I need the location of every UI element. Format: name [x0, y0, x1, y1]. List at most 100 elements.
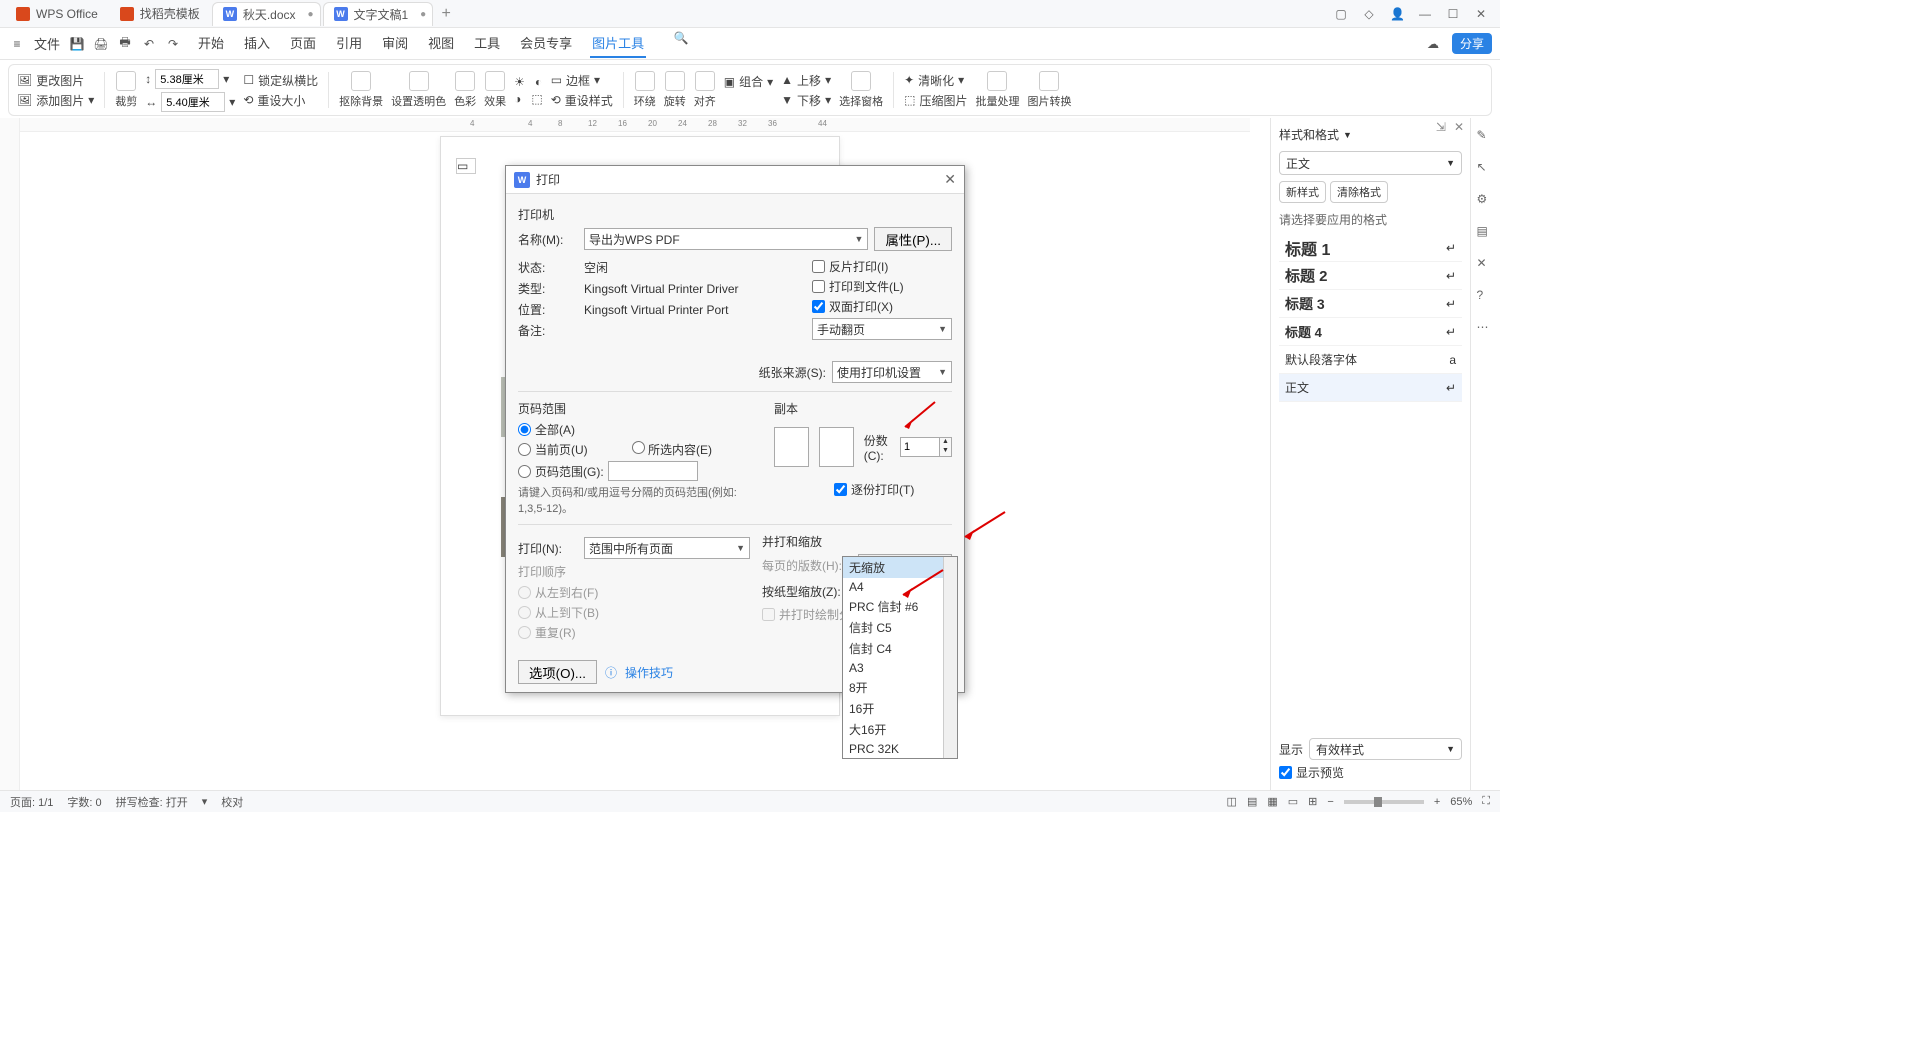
change-picture-button[interactable]: 🖼 更改图片 [17, 72, 94, 89]
copies-spinner[interactable]: ▲▼ [900, 437, 952, 457]
minimize-icon[interactable]: — [1418, 7, 1432, 21]
border-button[interactable]: ▭ 边框 ▾ [551, 72, 613, 89]
spin-up-icon[interactable]: ▲ [940, 438, 951, 447]
tab-insert[interactable]: 插入 [242, 29, 272, 58]
style-item-body[interactable]: 正文↵ [1279, 374, 1462, 402]
tab-page[interactable]: 页面 [288, 29, 318, 58]
scale-option[interactable]: 无缩放 [843, 557, 957, 578]
tab-tools[interactable]: 工具 [472, 29, 502, 58]
new-tab-button[interactable]: + [435, 5, 457, 23]
selection-pane-button[interactable]: 选择窗格 [839, 71, 883, 109]
printer-properties-button[interactable]: 属性(P)... [874, 227, 952, 251]
page-range-radio[interactable] [518, 465, 531, 478]
view-mode-icon[interactable]: ◫ [1227, 795, 1237, 808]
style-item-h2[interactable]: 标题 2↵ [1279, 262, 1462, 290]
options-button[interactable]: 选项(O)... [518, 660, 597, 684]
rotate-button[interactable]: 旋转 [664, 71, 686, 109]
file-menu[interactable]: 文件 [32, 30, 62, 57]
scale-option[interactable]: 16开 [843, 698, 957, 719]
print-to-file-checkbox[interactable] [812, 280, 825, 293]
side-tool-more-icon[interactable]: ⋯ [1477, 320, 1495, 338]
template-tab[interactable]: 找稻壳模板 [110, 2, 210, 26]
share-button[interactable]: 分享 [1452, 33, 1492, 54]
tab-close-icon[interactable]: ● [420, 9, 426, 20]
status-words[interactable]: 字数: 0 [67, 794, 101, 810]
zoom-out-icon[interactable]: − [1327, 796, 1333, 808]
dialog-close-icon[interactable]: ✕ [944, 171, 956, 188]
doc-tab-2[interactable]: W 文字文稿1 ● [323, 2, 434, 26]
side-tool-select-icon[interactable]: ↖ [1477, 160, 1495, 178]
add-picture-button[interactable]: 🖼 添加图片 ▾ [17, 92, 94, 109]
printer-name-select[interactable]: 导出为WPS PDF▼ [584, 228, 868, 250]
bring-forward-button[interactable]: ▲ 上移 ▾ [781, 72, 831, 89]
send-backward-button[interactable]: ▼ 下移 ▾ [781, 92, 831, 109]
scale-option[interactable]: PRC 信封 #6 [843, 596, 957, 617]
panel-close-icon[interactable]: ✕ [1454, 120, 1464, 134]
convert-button[interactable]: 图片转换 [1027, 71, 1071, 109]
scale-option[interactable]: 信封 C4 [843, 638, 957, 659]
section-handle-icon[interactable]: ▭ [456, 158, 476, 174]
tab-reference[interactable]: 引用 [334, 29, 364, 58]
avatar-icon[interactable]: 👤 [1390, 7, 1404, 21]
current-page-radio[interactable] [518, 443, 531, 456]
transparent-button[interactable]: 设置透明色 [391, 71, 446, 109]
scale-option[interactable]: 8开 [843, 677, 957, 698]
style-item-h3[interactable]: 标题 3↵ [1279, 290, 1462, 318]
scale-option[interactable]: A4 [843, 578, 957, 596]
width-input[interactable] [161, 92, 225, 112]
lock-ratio-checkbox[interactable]: ☐ 锁定纵横比 [243, 72, 318, 89]
close-icon[interactable]: ✕ [1474, 7, 1488, 21]
tips-link[interactable]: 操作技巧 [625, 664, 673, 681]
collate-checkbox[interactable] [834, 483, 847, 496]
tab-start[interactable]: 开始 [196, 29, 226, 58]
effect-button[interactable]: 效果 [484, 71, 506, 109]
clear-format-button[interactable]: 清除格式 [1330, 181, 1388, 203]
hamburger-icon[interactable]: ≡ [8, 35, 26, 53]
side-tool-help-icon[interactable]: ? [1477, 288, 1495, 306]
app-tab[interactable]: WPS Office [6, 2, 108, 26]
search-icon[interactable]: 🔍 [672, 29, 690, 47]
print-icon[interactable]: 🖨 [92, 35, 110, 53]
sharpen-button[interactable]: ✦ 清晰化 ▾ [904, 72, 967, 89]
dropdown-scrollbar[interactable] [943, 557, 957, 758]
group-button[interactable]: ▣ 组合 ▾ [724, 73, 773, 90]
scale-option[interactable]: 信封 C5 [843, 617, 957, 638]
print-preview-icon[interactable]: 🖶 [116, 35, 134, 53]
style-item-h4[interactable]: 标题 4↵ [1279, 318, 1462, 346]
current-style-select[interactable]: 正文▼ [1279, 151, 1462, 175]
selected-content-radio[interactable] [632, 441, 645, 454]
fullscreen-icon[interactable]: ⛶ [1482, 795, 1490, 808]
reset-style-button[interactable]: ⟲ 重设样式 [551, 92, 613, 109]
tab-view[interactable]: 视图 [426, 29, 456, 58]
reverse-print-checkbox[interactable] [812, 260, 825, 273]
paper-source-select[interactable]: 使用打印机设置▼ [832, 361, 952, 383]
tab-close-icon[interactable]: ● [307, 9, 313, 20]
scale-option[interactable]: A3 [843, 659, 957, 677]
spin-down-icon[interactable]: ▼ [940, 447, 951, 456]
view-mode-icon[interactable]: ▦ [1267, 795, 1277, 808]
manual-flip-select[interactable]: 手动翻页▼ [812, 318, 952, 340]
new-style-button[interactable]: 新样式 [1279, 181, 1326, 203]
wrap-button[interactable]: 环绕 [634, 71, 656, 109]
maximize-icon[interactable]: ☐ [1446, 7, 1460, 21]
status-page[interactable]: 页面: 1/1 [10, 794, 53, 810]
zoom-value[interactable]: 65% [1450, 796, 1472, 808]
copies-input[interactable] [901, 438, 939, 456]
show-preview-checkbox[interactable] [1279, 766, 1292, 779]
side-tool-link-icon[interactable]: ✕ [1477, 256, 1495, 274]
tab-review[interactable]: 审阅 [380, 29, 410, 58]
zoom-slider[interactable] [1344, 800, 1424, 804]
remove-bg-button[interactable]: 抠除背景 [339, 71, 383, 109]
side-tool-styles-icon[interactable]: ✎ [1477, 128, 1495, 146]
compress-button[interactable]: ⬚ 压缩图片 [904, 92, 967, 109]
page-range-input[interactable] [608, 461, 698, 481]
side-tool-settings-icon[interactable]: ⚙ [1477, 192, 1495, 210]
height-input[interactable] [155, 69, 219, 89]
side-tool-layers-icon[interactable]: ▤ [1477, 224, 1495, 242]
view-mode-icon[interactable]: ▤ [1247, 795, 1257, 808]
pin-icon[interactable]: ⇲ [1436, 120, 1446, 134]
duplex-checkbox[interactable] [812, 300, 825, 313]
scale-dropdown-list[interactable]: 无缩放 A4 PRC 信封 #6 信封 C5 信封 C4 A3 8开 16开 大… [842, 556, 958, 759]
scale-option[interactable]: PRC 32K [843, 740, 957, 758]
recolor-button[interactable]: 色彩 [454, 71, 476, 109]
